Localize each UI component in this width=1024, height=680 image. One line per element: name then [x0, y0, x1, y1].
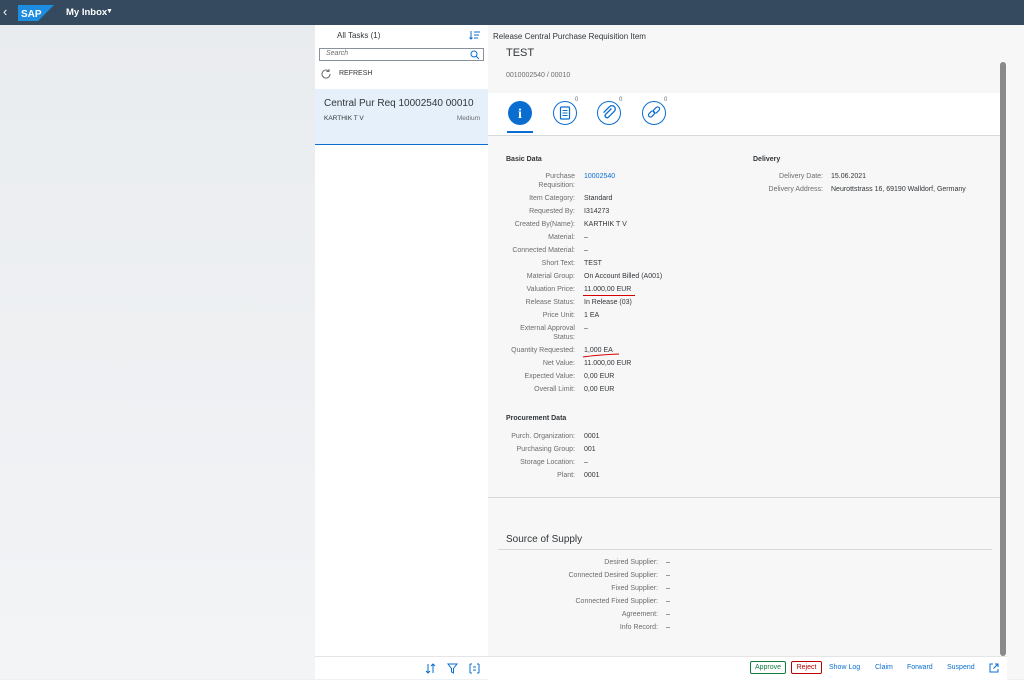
- approve-button[interactable]: Approve: [750, 661, 786, 674]
- plant-value: 0001: [584, 472, 600, 479]
- tab-attachments[interactable]: 0: [596, 97, 623, 126]
- refresh-label: REFRESH: [339, 70, 373, 77]
- object-header: Release Central Purchase Requisition Ite…: [488, 25, 1007, 93]
- scrollbar-track: [1007, 25, 1024, 679]
- attachments-count: 0: [619, 97, 623, 103]
- info-record-value: –: [666, 624, 670, 631]
- material-value: –: [584, 234, 588, 241]
- valuation-price-value: 11.000,00 EUR: [584, 286, 632, 293]
- procurement-data-title: Procurement Data: [506, 415, 567, 422]
- svg-text:SAP: SAP: [21, 9, 42, 20]
- filter-icon[interactable]: [447, 663, 458, 674]
- refresh-icon: [321, 69, 331, 79]
- list-item[interactable]: Central Pur Req 10002540 00010 KARTHIK T…: [315, 89, 488, 145]
- search-icon[interactable]: [470, 50, 480, 60]
- expected-value-value: 0,00 EUR: [584, 373, 615, 380]
- info-icon: i: [508, 101, 532, 125]
- sap-logo: SAP: [18, 5, 54, 21]
- section-divider: [498, 549, 992, 550]
- svg-text:i: i: [518, 107, 522, 122]
- claim-button[interactable]: Claim: [875, 664, 893, 671]
- detail-app-title: Release Central Purchase Requisition Ite…: [493, 32, 646, 41]
- back-icon[interactable]: ‹: [3, 4, 7, 19]
- notes-count: 0: [575, 97, 579, 103]
- search-input[interactable]: Search: [319, 48, 484, 61]
- external-approval-status-value: –: [584, 325, 588, 332]
- tab-notes[interactable]: 0: [552, 97, 579, 126]
- tab-info[interactable]: i: [507, 100, 533, 126]
- attachment-icon: [597, 101, 621, 125]
- basic-data-title: Basic Data: [506, 156, 542, 163]
- icon-tab-bar: i 0 0 0: [488, 93, 1000, 136]
- link-icon: [642, 101, 666, 125]
- reject-button[interactable]: Reject: [791, 661, 822, 674]
- task-title: Central Pur Req 10002540 00010: [324, 98, 474, 109]
- forward-button[interactable]: Forward: [907, 664, 933, 671]
- show-log-button[interactable]: Show Log: [829, 664, 860, 671]
- sort-icon[interactable]: [425, 663, 436, 674]
- material-group-value: On Account Billed (A001): [584, 273, 663, 280]
- created-by-value: KARTHIK T V: [584, 221, 627, 228]
- open-external-icon[interactable]: [989, 663, 999, 673]
- delivery-title: Delivery: [753, 156, 781, 163]
- annotation-underline: [583, 295, 635, 296]
- item-category-value: Standard: [584, 195, 613, 202]
- field-purchase-requisition: Purchase Requisition:: [538, 173, 575, 189]
- field-external-approval-status: External Approval Status:: [520, 325, 575, 341]
- price-unit-value: 1 EA: [584, 312, 600, 319]
- purch-organization-value: 0001: [584, 433, 600, 440]
- section-divider: [488, 497, 1000, 498]
- tab-links[interactable]: 0: [641, 97, 668, 126]
- purchasing-group-value: 001: [584, 446, 596, 453]
- connected-desired-supplier-value: –: [666, 572, 670, 579]
- agreement-value: –: [666, 611, 670, 618]
- group-icon[interactable]: [469, 663, 480, 674]
- delivery-date-value: 15.06.2021: [831, 173, 867, 180]
- selected-tab-indicator: [507, 131, 533, 133]
- purchase-requisition-link[interactable]: 10002540: [584, 173, 615, 180]
- shell-bar: ‹ SAP My Inbox ▼: [0, 0, 1024, 25]
- delivery-address-value: Neurottstrass 16, 69190 Walldorf, German…: [831, 186, 966, 193]
- detail-page: Release Central Purchase Requisition Ite…: [488, 25, 1007, 679]
- chevron-down-icon[interactable]: ▼: [106, 8, 113, 15]
- task-priority: Medium: [456, 115, 480, 122]
- app-title[interactable]: My Inbox: [66, 7, 107, 18]
- master-header: All Tasks (1): [315, 25, 488, 47]
- short-text-value: TEST: [584, 260, 602, 267]
- master-title: All Tasks (1): [337, 31, 381, 40]
- connected-material-value: –: [584, 247, 588, 254]
- release-status-value: In Release (03): [584, 299, 632, 306]
- fixed-supplier-value: –: [666, 585, 670, 592]
- sort-list-icon[interactable]: [469, 29, 481, 41]
- annotation-underline: [582, 353, 620, 358]
- object-title: TEST: [506, 47, 535, 59]
- scrollbar[interactable]: [1000, 62, 1006, 656]
- overall-limit-value: 0,00 EUR: [584, 386, 615, 393]
- storage-location-value: –: [584, 459, 588, 466]
- desired-supplier-value: –: [666, 559, 670, 566]
- notes-icon: [553, 101, 577, 125]
- requested-by-value: I314273: [584, 208, 610, 215]
- links-count: 0: [664, 97, 668, 103]
- suspend-button[interactable]: Suspend: [947, 664, 975, 671]
- connected-fixed-supplier-value: –: [666, 598, 670, 605]
- source-of-supply-title: Source of Supply: [506, 534, 583, 545]
- task-created-by: KARTHIK T V: [324, 115, 364, 122]
- object-number: 0010002540 / 00010: [506, 72, 571, 79]
- search-placeholder: Search: [326, 50, 349, 57]
- master-footer: [315, 656, 488, 680]
- detail-footer: Approve Reject Show Log Claim Forward Su…: [488, 656, 1007, 680]
- master-list: All Tasks (1) Search REFRESH Central Pur…: [315, 25, 489, 679]
- net-value-value: 11.000,00 EUR: [584, 360, 632, 367]
